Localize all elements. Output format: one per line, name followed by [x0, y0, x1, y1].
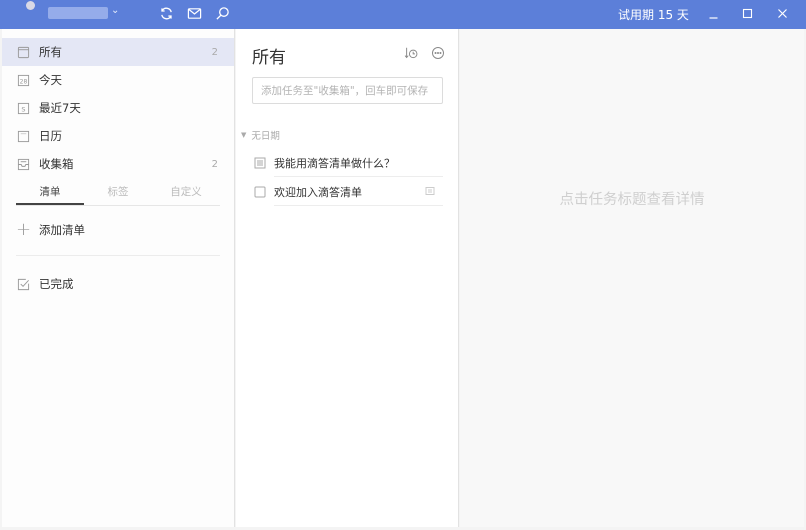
task-checkbox[interactable]	[254, 186, 266, 198]
task-note-indicator-icon	[425, 187, 435, 195]
sidebar-item-label: 日历	[39, 129, 62, 143]
username-masked[interactable]	[48, 7, 108, 19]
sidebar-item-label: 今天	[39, 73, 62, 87]
task-list-pane: 所有 ▼ 无日期 我能用滴答清单做什么？ 欢迎加入滴答清单	[236, 29, 459, 527]
close-button[interactable]	[772, 4, 792, 22]
detail-empty-hint: 点击任务标题查看详情	[559, 192, 705, 208]
sync-icon[interactable]	[157, 4, 175, 22]
task-title[interactable]: 欢迎加入滴答清单	[274, 184, 362, 200]
list-title: 所有	[252, 48, 286, 68]
task-title[interactable]: 我能用滴答清单做什么？	[274, 155, 395, 171]
svg-text:28: 28	[19, 78, 27, 85]
maximize-button[interactable]	[737, 4, 757, 22]
task-separator	[274, 205, 443, 206]
title-bar: ⌄ 试用期 15 天	[0, 0, 806, 29]
sidebar: 所有 2 28 今天 S 最近7天 日历 收集箱 2 清单 标签 自定义 + 添…	[2, 29, 235, 527]
collapse-triangle-icon: ▼	[241, 131, 247, 139]
group-label: 无日期	[251, 131, 280, 142]
sidebar-item-all[interactable]: 所有 2	[2, 38, 234, 66]
task-detail-pane: 点击任务标题查看详情	[460, 29, 804, 527]
sidebar-item-label: 最近7天	[39, 101, 81, 115]
today-calendar-icon: 28	[16, 73, 30, 87]
sidebar-item-label: 收集箱	[39, 157, 74, 171]
sidebar-item-completed[interactable]: 已完成	[2, 270, 234, 298]
sidebar-item-label: 所有	[39, 45, 62, 59]
add-list-button[interactable]: + 添加清单	[2, 216, 234, 244]
sidebar-item-label: 已完成	[39, 277, 74, 291]
completed-check-icon	[16, 277, 30, 291]
group-header-no-date[interactable]: ▼ 无日期	[241, 128, 280, 142]
tab-custom[interactable]: 自定义	[152, 182, 220, 205]
sort-by-time-icon[interactable]	[403, 45, 419, 61]
sidebar-item-today[interactable]: 28 今天	[2, 66, 234, 94]
item-count: 2	[211, 158, 218, 170]
add-list-label: 添加清单	[39, 223, 85, 237]
all-icon	[16, 45, 30, 59]
sidebar-tabs: 清单 标签 自定义	[16, 182, 220, 206]
app-window: ⌄ 试用期 15 天 所有 2 28 今天 S 最近7天 日历 收集箱 2 清单…	[0, 0, 806, 530]
chevron-down-icon[interactable]: ⌄	[111, 5, 119, 16]
inbox-icon	[16, 157, 30, 171]
tab-tags[interactable]: 标签	[84, 182, 152, 205]
search-icon[interactable]	[213, 4, 231, 22]
mail-icon[interactable]	[185, 4, 203, 22]
plus-icon: +	[16, 219, 32, 240]
calendar-icon	[16, 129, 30, 143]
sidebar-divider	[16, 255, 220, 256]
task-item[interactable]: 我能用滴答清单做什么？	[252, 148, 443, 177]
svg-text:S: S	[21, 105, 25, 113]
item-count: 2	[211, 46, 218, 58]
trial-period-label[interactable]: 试用期 15 天	[618, 6, 689, 23]
sidebar-item-calendar[interactable]: 日历	[2, 122, 234, 150]
more-options-icon[interactable]	[430, 45, 446, 61]
sidebar-item-inbox[interactable]: 收集箱 2	[2, 150, 234, 178]
avatar[interactable]	[26, 1, 35, 10]
tab-lists[interactable]: 清单	[16, 182, 84, 205]
sidebar-item-next-7-days[interactable]: S 最近7天	[2, 94, 234, 122]
minimize-button[interactable]	[703, 4, 723, 22]
add-task-input[interactable]	[252, 77, 443, 104]
next-7-days-icon: S	[16, 101, 30, 115]
note-icon[interactable]	[254, 157, 266, 169]
task-item[interactable]: 欢迎加入滴答清单	[252, 177, 443, 206]
